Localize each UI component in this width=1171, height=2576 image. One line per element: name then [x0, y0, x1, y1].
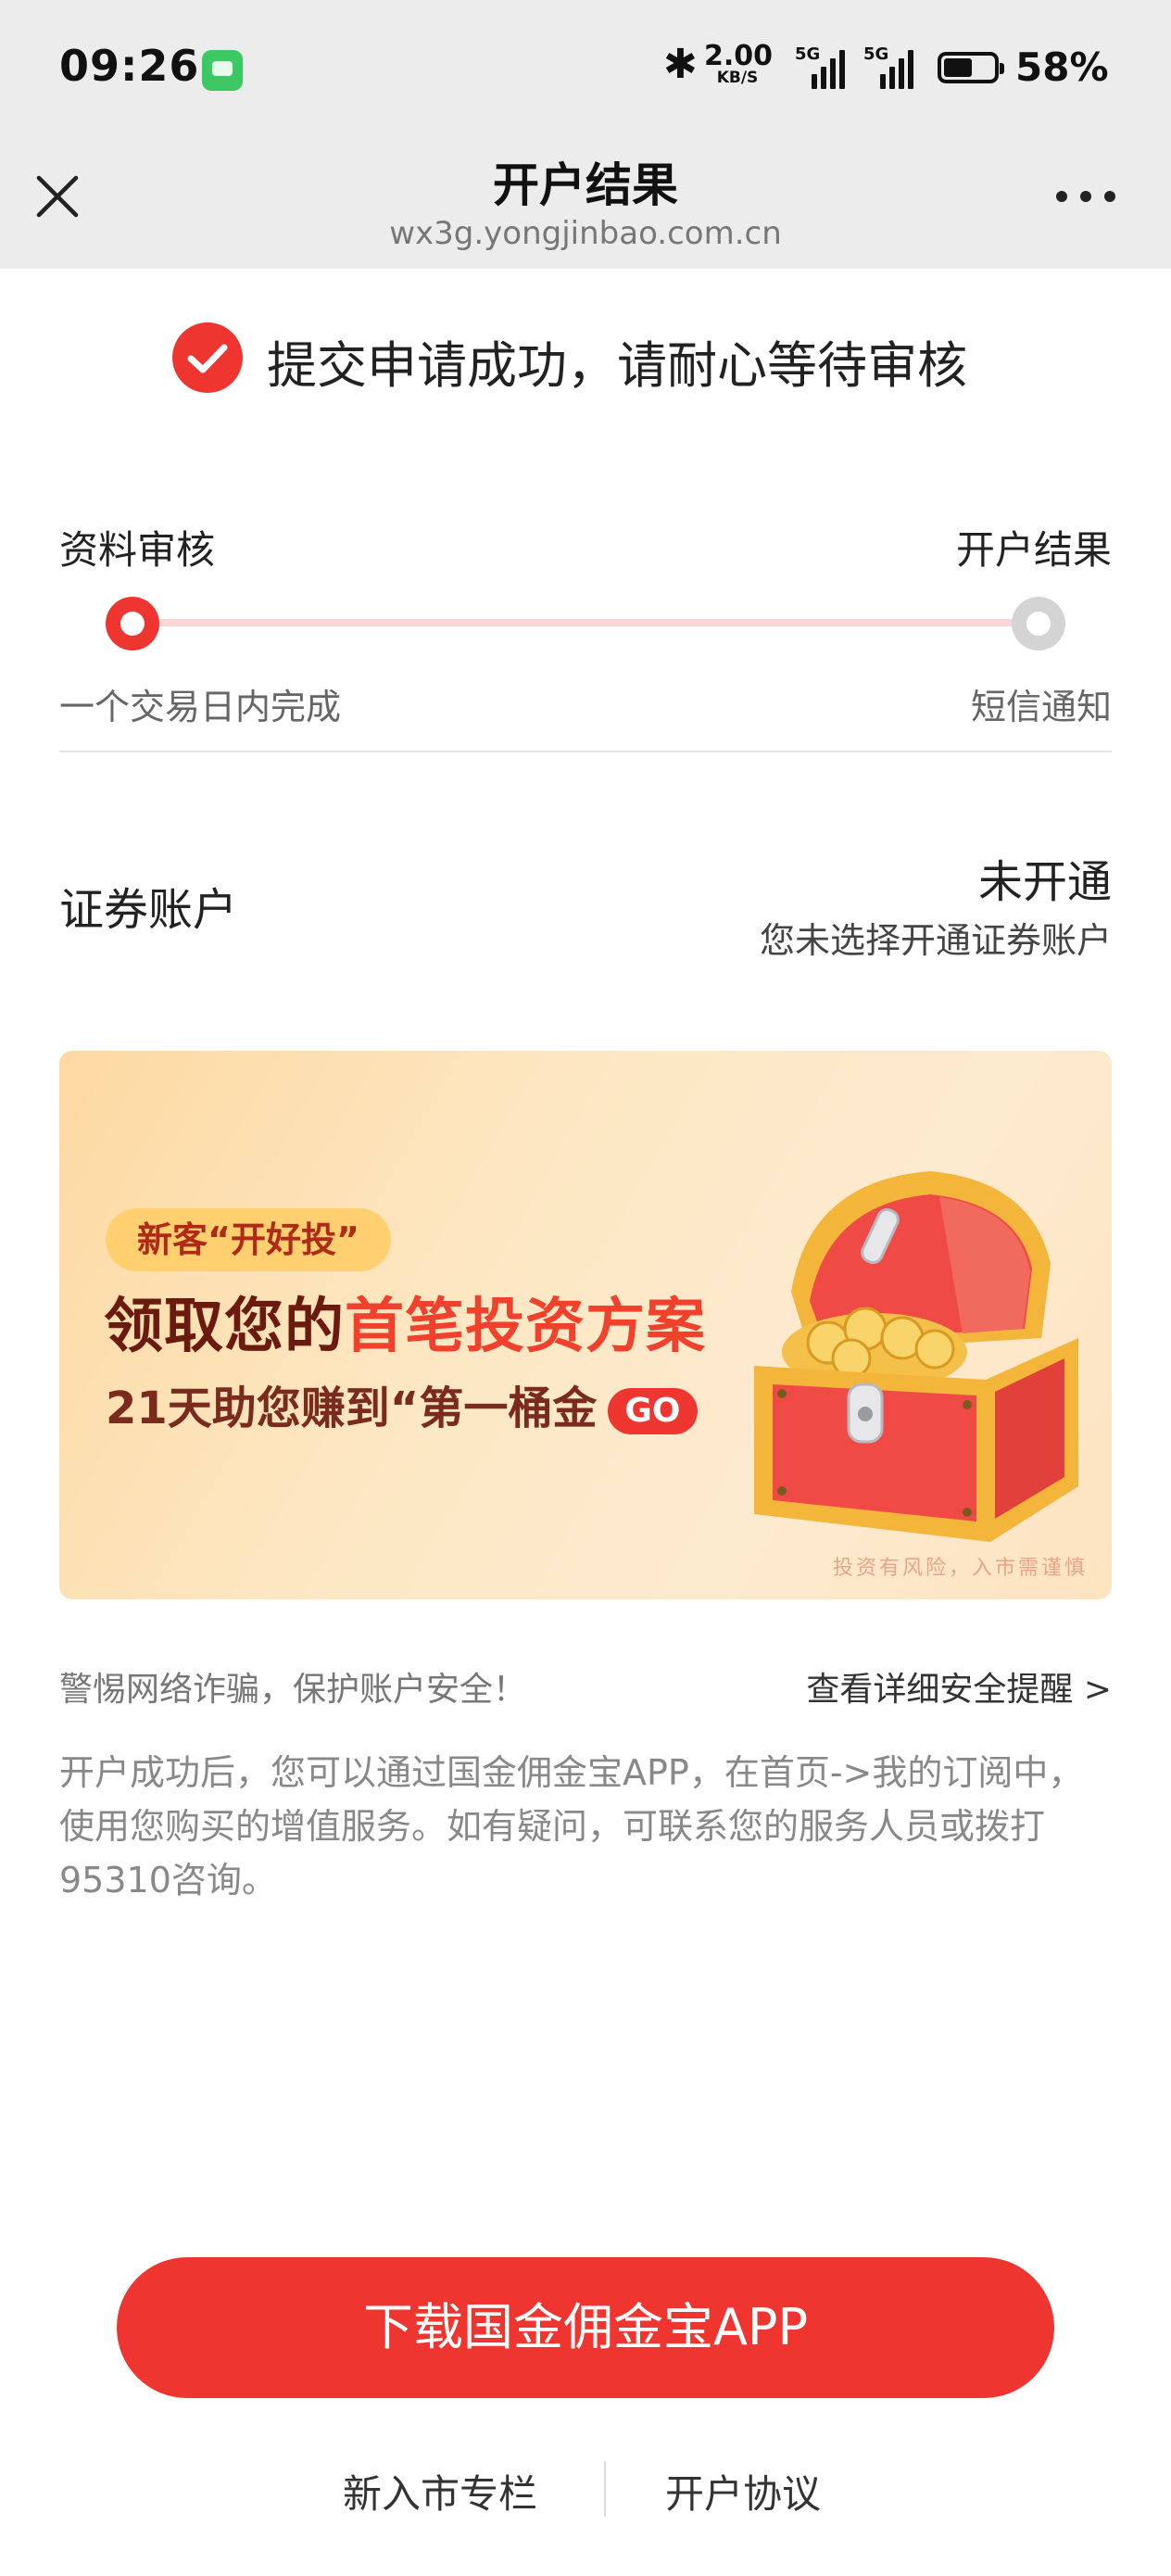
fraud-warning: 警惕网络诈骗，保护账户安全！	[59, 1671, 527, 1709]
progress-track	[132, 619, 1039, 626]
account-note: 您未选择开通证券账户	[759, 920, 1112, 961]
battery-icon	[938, 52, 1004, 83]
info-paragraph: 开户成功后，您可以通过国金佣金宝APP，在首页->我的订阅中，使用您购买的增值服…	[59, 1752, 1084, 1900]
step-review-dot	[106, 597, 159, 650]
step-result-desc: 短信通知	[970, 687, 1112, 727]
divider	[59, 751, 1112, 752]
step-review-title: 资料审核	[59, 527, 216, 573]
download-app-button[interactable]: 下载国金佣金宝APP	[117, 2257, 1054, 2398]
status-time: 09:26	[59, 41, 200, 91]
success-check-icon	[172, 322, 243, 393]
account-label: 证券账户	[59, 884, 238, 936]
banner-subline: 21天助您赚到“第一桶金 GO	[106, 1371, 698, 1436]
security-tips-link[interactable]: 查看详细安全提醒 >	[806, 1662, 1112, 1711]
banner-risk-note: 投资有风险，入市需谨慎	[832, 1557, 1088, 1580]
new-investor-column-link[interactable]: 新入市专栏	[343, 2463, 537, 2519]
signal-label: 5G	[795, 44, 821, 64]
account-agreement-link[interactable]: 开户协议	[665, 2463, 821, 2519]
promo-banner[interactable]: 新客“开好投” 领取您的首笔投资方案 21天助您赚到“第一桶金 GO 投资有风险，…	[59, 1051, 1112, 1599]
page-title: 开户结果	[493, 158, 678, 212]
banner-subline-text: 21天助您赚到“第一桶金	[106, 1383, 598, 1434]
battery-percent: 58%	[1015, 44, 1109, 90]
treasure-chest-icon	[754, 1171, 1078, 1542]
message-app-icon	[202, 50, 243, 91]
banner-tag: 新客“开好投”	[106, 1208, 391, 1271]
signal-label: 5G	[863, 44, 889, 64]
banner-headline: 领取您的首笔投资方案	[104, 1279, 706, 1364]
network-rate: 2.00 KB/S	[704, 40, 774, 87]
more-button[interactable]	[1056, 191, 1115, 204]
bluetooth-icon: ✱	[663, 41, 698, 88]
signal-icon: 5G	[863, 44, 923, 89]
banner-headline-part1: 领取您的	[104, 1293, 345, 1361]
network-rate-unit: KB/S	[716, 69, 759, 87]
result-message: 提交申请成功，请耐心等待审核	[267, 336, 967, 395]
link-separator	[604, 2461, 606, 2517]
step-result-title: 开户结果	[955, 527, 1112, 573]
banner-go-badge: GO	[608, 1388, 698, 1434]
page-url: wx3g.yongjinbao.com.cn	[389, 215, 782, 252]
step-result-dot	[1012, 597, 1065, 650]
signal-icon: 5G	[795, 44, 854, 89]
network-rate-value: 2.00	[704, 40, 774, 72]
account-status: 未开通	[977, 856, 1112, 908]
step-review-desc: 一个交易日内完成	[59, 687, 342, 727]
banner-headline-part2: 首笔投资方案	[345, 1293, 706, 1361]
